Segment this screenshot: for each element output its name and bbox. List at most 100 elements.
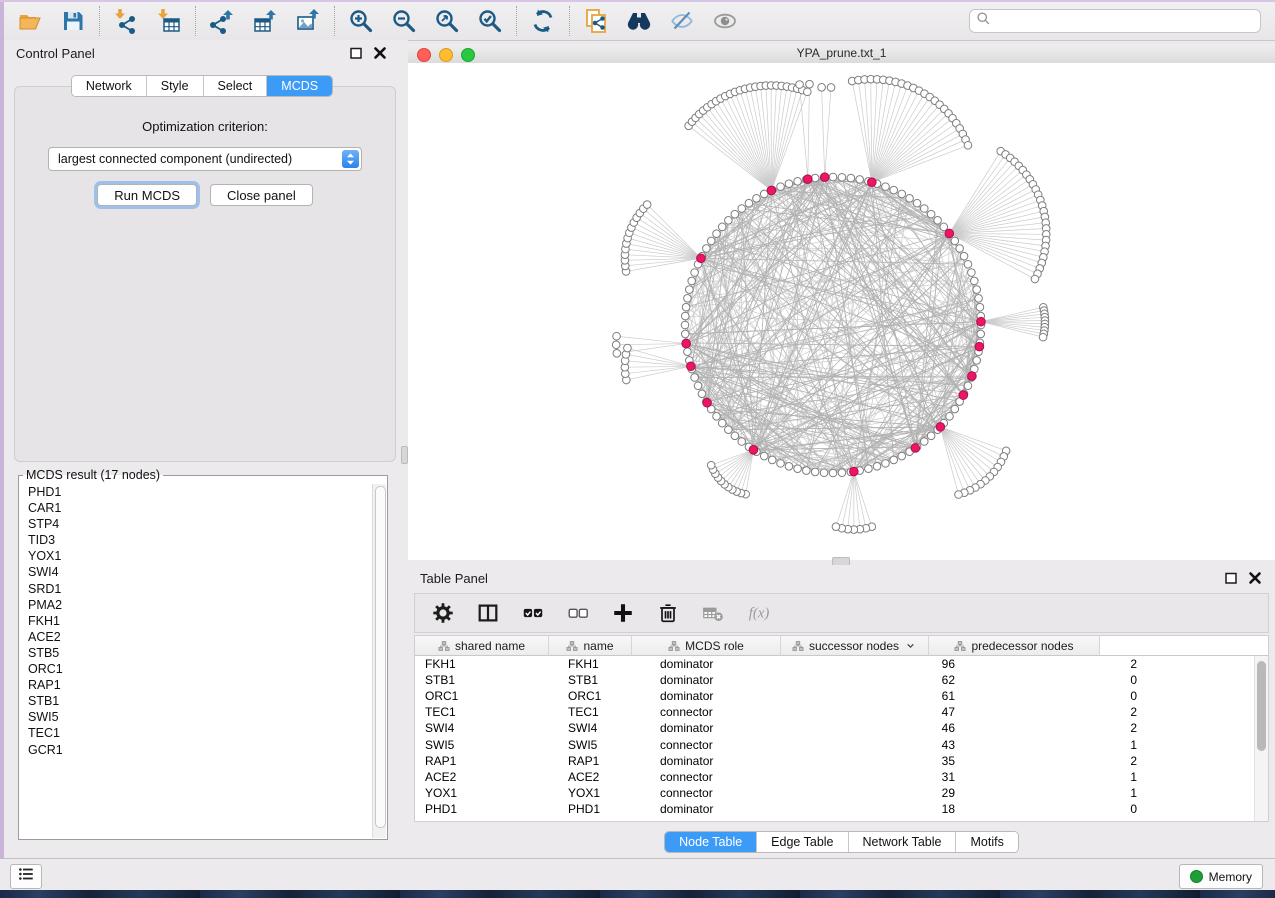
search-field[interactable] <box>969 9 1261 33</box>
cell-predecessor-nodes[interactable]: 1 <box>967 770 1161 784</box>
cell-shared-name[interactable]: ORC1 <box>415 689 558 703</box>
cell-shared-name[interactable]: SWI4 <box>415 721 558 735</box>
cell-predecessor-nodes[interactable]: 2 <box>967 721 1161 735</box>
mcds-result-item[interactable]: RAP1 <box>28 677 373 693</box>
table-scrollbar[interactable] <box>1254 656 1268 821</box>
cell-predecessor-nodes[interactable]: 0 <box>967 802 1161 816</box>
cell-name[interactable]: SWI4 <box>558 721 650 735</box>
cell-successor-nodes[interactable]: 35 <box>808 754 967 768</box>
cell-name[interactable]: ACE2 <box>558 770 650 784</box>
hide-selected-icon[interactable] <box>669 8 695 34</box>
mcds-result-item[interactable]: ORC1 <box>28 661 373 677</box>
column-header-predecessor-nodes[interactable]: predecessor nodes <box>929 636 1100 656</box>
column-header-MCDS-role[interactable]: MCDS role <box>632 636 781 656</box>
cell-successor-nodes[interactable]: 43 <box>808 738 967 752</box>
open-file-icon[interactable] <box>17 8 43 34</box>
cell-name[interactable]: TEC1 <box>558 705 650 719</box>
cell-predecessor-nodes[interactable]: 0 <box>967 673 1161 687</box>
column-header-successor-nodes[interactable]: successor nodes <box>781 636 929 656</box>
float-table-panel-icon[interactable] <box>1223 570 1239 586</box>
show-all-icon[interactable] <box>712 8 738 34</box>
cell-predecessor-nodes[interactable]: 2 <box>967 705 1161 719</box>
cell-shared-name[interactable]: RAP1 <box>415 754 558 768</box>
close-table-panel-icon[interactable] <box>1247 570 1263 586</box>
import-network-from-file-icon[interactable] <box>113 8 139 34</box>
tab-motifs[interactable]: Motifs <box>956 832 1017 852</box>
cell-name[interactable]: RAP1 <box>558 754 650 768</box>
cell-predecessor-nodes[interactable]: 1 <box>967 738 1161 752</box>
run-mcds-button[interactable]: Run MCDS <box>97 184 197 206</box>
mcds-result-item[interactable]: SWI4 <box>28 564 373 580</box>
select-all-rows-icon[interactable] <box>521 601 545 625</box>
export-image-icon[interactable] <box>295 8 321 34</box>
memory-button[interactable]: Memory <box>1179 864 1263 889</box>
cell-successor-nodes[interactable]: 61 <box>808 689 967 703</box>
column-header-shared-name[interactable]: shared name <box>415 636 549 656</box>
table-row[interactable]: YOX1YOX1connector291 <box>415 785 1268 801</box>
table-row[interactable]: SWI4SWI4dominator462 <box>415 720 1268 736</box>
first-neighbors-icon[interactable] <box>626 8 652 34</box>
cell-mcds-role[interactable]: connector <box>650 770 808 784</box>
tab-style[interactable]: Style <box>147 76 204 96</box>
zoom-selected-icon[interactable] <box>477 8 503 34</box>
cell-mcds-role[interactable]: connector <box>650 786 808 800</box>
mcds-result-item[interactable]: YOX1 <box>28 548 373 564</box>
tab-select[interactable]: Select <box>204 76 268 96</box>
mcds-result-item[interactable]: FKH1 <box>28 613 373 629</box>
cell-name[interactable]: YOX1 <box>558 786 650 800</box>
cell-name[interactable]: ORC1 <box>558 689 650 703</box>
tab-edge-table[interactable]: Edge Table <box>757 832 848 852</box>
cell-predecessor-nodes[interactable]: 0 <box>967 689 1161 703</box>
cell-successor-nodes[interactable]: 47 <box>808 705 967 719</box>
delete-table-icon[interactable] <box>701 601 725 625</box>
mcds-result-item[interactable]: STB5 <box>28 645 373 661</box>
tab-node-table[interactable]: Node Table <box>665 832 757 852</box>
new-network-from-selection-icon[interactable] <box>583 8 609 34</box>
close-panel-icon[interactable] <box>372 45 388 61</box>
mcds-result-item[interactable]: ACE2 <box>28 629 373 645</box>
export-table-icon[interactable] <box>252 8 278 34</box>
window-maximize-button[interactable] <box>461 48 475 62</box>
zoom-fit-icon[interactable] <box>434 8 460 34</box>
tab-mcds[interactable]: MCDS <box>267 76 332 96</box>
window-close-button[interactable] <box>417 48 431 62</box>
split-view-icon[interactable] <box>476 601 500 625</box>
mcds-list-scrollbar[interactable] <box>372 484 386 838</box>
zoom-out-icon[interactable] <box>391 8 417 34</box>
save-session-icon[interactable] <box>60 8 86 34</box>
cell-name[interactable]: STB1 <box>558 673 650 687</box>
table-row[interactable]: SWI5SWI5connector431 <box>415 736 1268 752</box>
mcds-result-item[interactable]: SWI5 <box>28 709 373 725</box>
table-row[interactable]: ORC1ORC1dominator610 <box>415 688 1268 704</box>
cell-mcds-role[interactable]: dominator <box>650 689 808 703</box>
cell-shared-name[interactable]: FKH1 <box>415 657 558 671</box>
delete-column-icon[interactable] <box>656 601 680 625</box>
tab-network[interactable]: Network <box>72 76 147 96</box>
table-row[interactable]: TEC1TEC1connector472 <box>415 704 1268 720</box>
table-row[interactable]: RAP1RAP1dominator352 <box>415 753 1268 769</box>
table-row[interactable]: ACE2ACE2connector311 <box>415 769 1268 785</box>
show-panels-button[interactable] <box>10 864 42 889</box>
table-row[interactable]: FKH1FKH1dominator962 <box>415 656 1268 672</box>
mcds-result-item[interactable]: TID3 <box>28 532 373 548</box>
cell-mcds-role[interactable]: connector <box>650 705 808 719</box>
cell-successor-nodes[interactable]: 29 <box>808 786 967 800</box>
cell-shared-name[interactable]: STB1 <box>415 673 558 687</box>
refresh-view-icon[interactable] <box>530 8 556 34</box>
criterion-select[interactable]: largest connected component (undirected) <box>48 147 362 171</box>
export-network-icon[interactable] <box>209 8 235 34</box>
cell-successor-nodes[interactable]: 18 <box>808 802 967 816</box>
cell-shared-name[interactable]: ACE2 <box>415 770 558 784</box>
cell-successor-nodes[interactable]: 62 <box>808 673 967 687</box>
close-panel-button[interactable]: Close panel <box>210 184 313 206</box>
mcds-result-item[interactable]: STP4 <box>28 516 373 532</box>
window-minimize-button[interactable] <box>439 48 453 62</box>
cell-mcds-role[interactable]: connector <box>650 738 808 752</box>
mcds-result-item[interactable]: GCR1 <box>28 742 373 758</box>
cell-successor-nodes[interactable]: 96 <box>808 657 967 671</box>
mcds-result-item[interactable]: TEC1 <box>28 725 373 741</box>
mcds-result-item[interactable]: PMA2 <box>28 597 373 613</box>
cell-mcds-role[interactable]: dominator <box>650 673 808 687</box>
cell-successor-nodes[interactable]: 46 <box>808 721 967 735</box>
network-canvas[interactable] <box>408 63 1275 560</box>
